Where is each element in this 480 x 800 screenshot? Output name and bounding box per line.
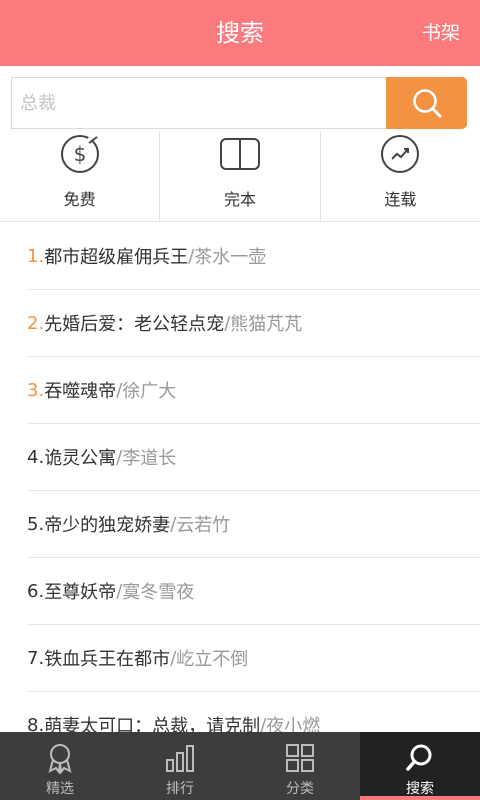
book-author: 熊猫芃芃 [230, 314, 303, 335]
book-title: 诡灵公寓 [44, 448, 117, 469]
grid-icon [284, 742, 316, 774]
list-item[interactable]: 4. 诡灵公寓 / 李道长 [27, 424, 480, 491]
award-ribbon-icon [44, 742, 76, 774]
list-item[interactable]: 6. 至尊妖帝 / 寞冬雪夜 [27, 558, 480, 625]
list-item[interactable]: 7. 铁血兵王在都市 / 屹立不倒 [27, 625, 480, 692]
bar-chart-icon [164, 742, 196, 774]
bookshelf-button[interactable]: 书架 [422, 0, 460, 66]
book-author: 屹立不倒 [176, 649, 249, 670]
book-author: 李道长 [122, 448, 177, 469]
rank-number: 5. [27, 513, 45, 535]
rank-number: 4. [27, 446, 45, 468]
header-bar: 搜索 书架 [0, 0, 480, 66]
book-author: 茶水一壶 [194, 247, 267, 268]
open-book-icon [219, 136, 261, 172]
tab-search[interactable]: 搜索 [360, 732, 480, 800]
book-title: 帝少的独宠娇妻 [44, 515, 171, 536]
svg-text:$: $ [73, 142, 86, 166]
tab-ranking[interactable]: 排行 [120, 732, 240, 800]
trend-circle-icon [379, 135, 421, 173]
tab-label: 搜索 [406, 781, 434, 797]
category-label: 免费 [63, 190, 96, 209]
tab-label: 排行 [166, 781, 194, 797]
list-item[interactable]: 5. 帝少的独宠娇妻 / 云若竹 [27, 491, 480, 558]
search-area [0, 66, 480, 132]
list-item[interactable]: 2. 先婚后爱：老公轻点宠 / 熊猫芃芃 [27, 290, 480, 357]
rank-number: 2. [27, 312, 45, 334]
book-title: 至尊妖帝 [44, 582, 117, 603]
book-author: 云若竹 [176, 515, 231, 536]
category-finished[interactable]: 完本 [159, 132, 319, 221]
tab-category[interactable]: 分类 [240, 732, 360, 800]
category-label: 完本 [223, 190, 256, 209]
tab-featured[interactable]: 精选 [0, 732, 120, 800]
category-serial[interactable]: 连载 [319, 132, 480, 221]
book-title: 都市超级雇佣兵王 [44, 247, 189, 268]
dollar-circle-icon: $ [59, 133, 101, 173]
tab-label: 分类 [286, 781, 314, 797]
search-icon [412, 89, 441, 118]
search-input[interactable] [11, 77, 388, 129]
search-button[interactable] [386, 77, 467, 129]
category-free[interactable]: $ 免费 [0, 132, 159, 221]
bottom-tab-bar: 精选 排行 分类 搜索 [0, 732, 480, 800]
rank-number: 6. [27, 580, 45, 602]
book-author: 寞冬雪夜 [122, 582, 195, 603]
page-title: 搜索 [216, 19, 264, 47]
rank-number: 7. [27, 647, 45, 669]
rank-number: 1. [27, 245, 45, 267]
list-item[interactable]: 3. 吞噬魂帝 / 徐广大 [27, 357, 480, 424]
ranking-list: 1. 都市超级雇佣兵王 / 茶水一壶 2. 先婚后爱：老公轻点宠 / 熊猫芃芃 3.… [0, 223, 480, 759]
book-title: 铁血兵王在都市 [44, 649, 171, 670]
search-icon [404, 742, 436, 774]
category-label: 连载 [384, 190, 417, 209]
tab-label: 精选 [46, 781, 74, 797]
book-title: 吞噬魂帝 [44, 381, 117, 402]
book-title: 先婚后爱：老公轻点宠 [44, 314, 225, 335]
rank-number: 3. [27, 379, 45, 401]
category-bar: $ 免费 完本 连载 [0, 132, 480, 222]
book-author: 徐广大 [122, 381, 177, 402]
list-item[interactable]: 1. 都市超级雇佣兵王 / 茶水一壶 [27, 223, 480, 290]
